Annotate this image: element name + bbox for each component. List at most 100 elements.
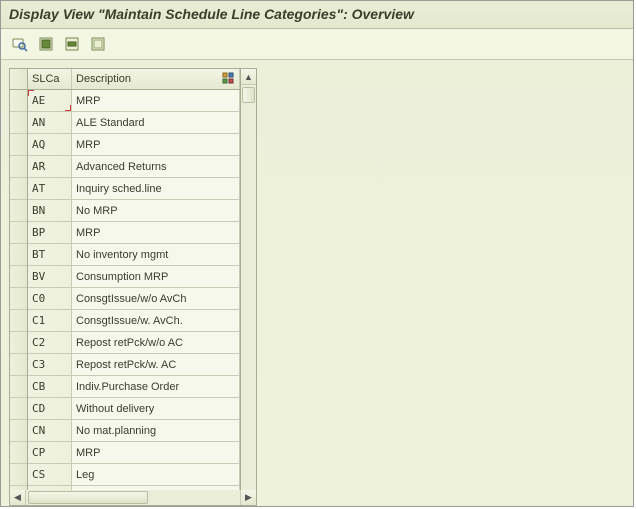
scroll-thumb-horizontal[interactable]	[28, 491, 148, 504]
deselect-all-icon[interactable]	[89, 35, 107, 53]
scroll-right-button[interactable]: ▶	[240, 490, 256, 505]
table-row[interactable]: C1ConsgtIssue/w. AvCh.	[28, 310, 240, 332]
scroll-up-button[interactable]: ▲	[241, 69, 256, 85]
row-selector[interactable]	[10, 310, 27, 332]
cell-slca[interactable]: CN	[28, 420, 72, 441]
row-selector[interactable]	[10, 354, 27, 376]
select-block-icon[interactable]	[63, 35, 81, 53]
title-bar: Display View "Maintain Schedule Line Cat…	[1, 1, 633, 29]
table-row[interactable]: CPMRP	[28, 442, 240, 464]
cell-slca[interactable]: AT	[28, 178, 72, 199]
cell-description[interactable]: ConsgtIssue/w/o AvCh	[72, 288, 240, 309]
cell-slca[interactable]: AQ	[28, 134, 72, 155]
cell-slca[interactable]: C2	[28, 332, 72, 353]
cell-description[interactable]: Without delivery	[72, 398, 240, 419]
cell-slca[interactable]: C0	[28, 288, 72, 309]
cell-slca[interactable]: BN	[28, 200, 72, 221]
content-area: SLCa Description AEMRPANALE StandardAQMR…	[1, 60, 633, 506]
row-selector[interactable]	[10, 442, 27, 464]
row-selector[interactable]	[10, 288, 27, 310]
cell-slca[interactable]: CD	[28, 398, 72, 419]
cell-description[interactable]: No mat.planning	[72, 420, 240, 441]
horizontal-scrollbar[interactable]: ◀ ▶	[9, 490, 257, 506]
column-header-slca[interactable]: SLCa	[28, 69, 72, 89]
row-selector[interactable]	[10, 464, 27, 486]
cell-description[interactable]: No MRP	[72, 200, 240, 221]
row-selector[interactable]	[10, 244, 27, 266]
cell-slca[interactable]: BP	[28, 222, 72, 243]
cell-description[interactable]: MRP	[72, 442, 240, 463]
table-row[interactable]: C3Repost retPck/w. AC	[28, 354, 240, 376]
row-selector[interactable]	[10, 332, 27, 354]
row-header-column	[10, 69, 28, 506]
cell-slca[interactable]: BV	[28, 266, 72, 287]
cell-description[interactable]: MRP	[72, 134, 240, 155]
cell-slca[interactable]: C1	[28, 310, 72, 331]
cell-description[interactable]: MRP	[72, 90, 240, 111]
table-row[interactable]: BNNo MRP	[28, 200, 240, 222]
column-header-description[interactable]: Description	[72, 69, 240, 89]
scroll-track-vertical[interactable]	[241, 85, 256, 506]
cell-slca[interactable]: CS	[28, 464, 72, 485]
cell-description[interactable]: Inquiry sched.line	[72, 178, 240, 199]
cell-slca[interactable]: C3	[28, 354, 72, 375]
table-row[interactable]: BVConsumption MRP	[28, 266, 240, 288]
scroll-left-button[interactable]: ◀	[10, 490, 26, 505]
detail-lens-icon[interactable]	[11, 35, 29, 53]
row-selector[interactable]	[10, 376, 27, 398]
table-row[interactable]: BTNo inventory mgmt	[28, 244, 240, 266]
cell-description[interactable]: ConsgtIssue/w. AvCh.	[72, 310, 240, 331]
table-row[interactable]: AQMRP	[28, 134, 240, 156]
table-control: SLCa Description AEMRPANALE StandardAQMR…	[9, 68, 257, 506]
row-selector[interactable]	[10, 90, 27, 112]
table-row[interactable]: BPMRP	[28, 222, 240, 244]
row-selector[interactable]	[10, 222, 27, 244]
cell-description[interactable]: Consumption MRP	[72, 266, 240, 287]
table-row[interactable]: C0ConsgtIssue/w/o AvCh	[28, 288, 240, 310]
cell-description[interactable]: Leg	[72, 464, 240, 485]
cell-slca[interactable]: AE	[28, 90, 72, 111]
row-selector[interactable]	[10, 398, 27, 420]
table-row[interactable]: ANALE Standard	[28, 112, 240, 134]
cell-description[interactable]: ALE Standard	[72, 112, 240, 133]
table-settings-icon[interactable]	[221, 71, 237, 87]
row-selector[interactable]	[10, 420, 27, 442]
table-row[interactable]: CNNo mat.planning	[28, 420, 240, 442]
sap-window: Display View "Maintain Schedule Line Cat…	[0, 0, 634, 507]
row-selector[interactable]	[10, 156, 27, 178]
cell-description[interactable]: Repost retPck/w/o AC	[72, 332, 240, 353]
table-row[interactable]: AEMRP	[28, 90, 240, 112]
select-all-icon[interactable]	[37, 35, 55, 53]
cell-description[interactable]: Indiv.Purchase Order	[72, 376, 240, 397]
table-body: AEMRPANALE StandardAQMRPARAdvanced Retur…	[28, 90, 240, 506]
table-corner	[10, 69, 27, 90]
cell-slca[interactable]: AN	[28, 112, 72, 133]
cell-description[interactable]: Repost retPck/w. AC	[72, 354, 240, 375]
column-header-row: SLCa Description	[28, 69, 240, 90]
cell-description[interactable]: Advanced Returns	[72, 156, 240, 177]
data-columns: SLCa Description AEMRPANALE StandardAQMR…	[28, 69, 240, 506]
table-row[interactable]: CDWithout delivery	[28, 398, 240, 420]
row-selector[interactable]	[10, 134, 27, 156]
vertical-scrollbar[interactable]: ▲ ▼	[240, 69, 256, 506]
cell-slca[interactable]: BT	[28, 244, 72, 265]
cell-description[interactable]: MRP	[72, 222, 240, 243]
row-selector[interactable]	[10, 200, 27, 222]
column-header-description-label: Description	[76, 73, 131, 85]
table-row[interactable]: ATInquiry sched.line	[28, 178, 240, 200]
cell-slca[interactable]: CP	[28, 442, 72, 463]
table-row[interactable]: CBIndiv.Purchase Order	[28, 376, 240, 398]
scroll-track-horizontal[interactable]	[26, 490, 240, 505]
page-title: Display View "Maintain Schedule Line Cat…	[9, 6, 625, 22]
cell-slca[interactable]: AR	[28, 156, 72, 177]
cell-slca[interactable]: CB	[28, 376, 72, 397]
row-selector[interactable]	[10, 178, 27, 200]
scroll-thumb-vertical[interactable]	[242, 87, 255, 103]
table-row[interactable]: CSLeg	[28, 464, 240, 486]
application-toolbar	[1, 29, 633, 60]
row-selector[interactable]	[10, 266, 27, 288]
cell-description[interactable]: No inventory mgmt	[72, 244, 240, 265]
table-row[interactable]: C2Repost retPck/w/o AC	[28, 332, 240, 354]
table-row[interactable]: ARAdvanced Returns	[28, 156, 240, 178]
row-selector[interactable]	[10, 112, 27, 134]
